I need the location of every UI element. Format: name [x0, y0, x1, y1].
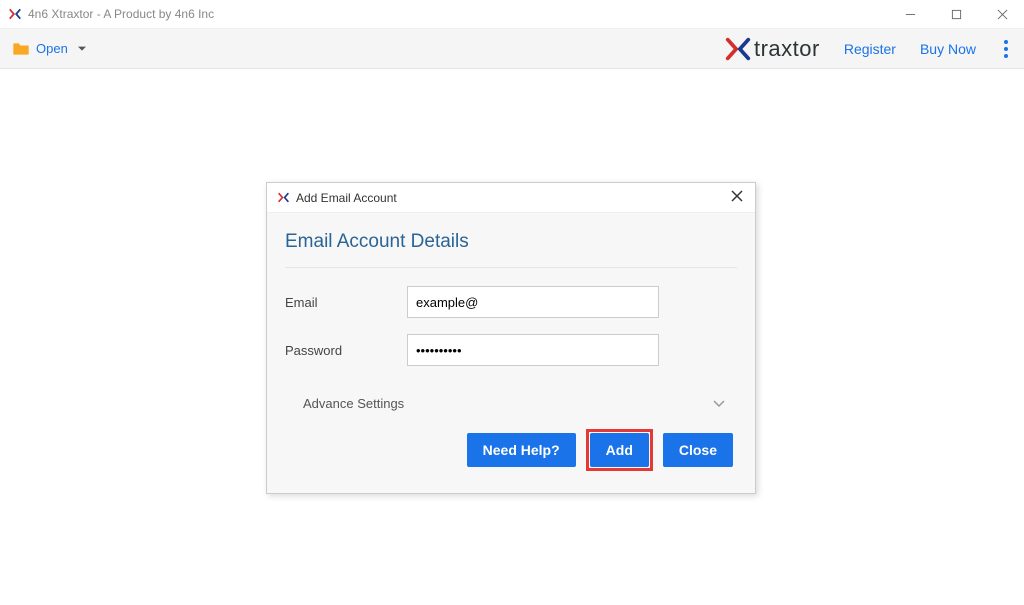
open-button[interactable]: Open: [12, 41, 86, 56]
window-titlebar: 4n6 Xtraxtor - A Product by 4n6 Inc: [0, 0, 1024, 29]
add-button-highlight: Add: [586, 429, 653, 471]
password-row: Password: [285, 334, 737, 366]
section-title: Email Account Details: [285, 231, 737, 268]
app-logo-icon: [8, 7, 22, 21]
window-controls: [896, 3, 1016, 25]
caret-down-icon: [78, 45, 86, 53]
add-button[interactable]: Add: [590, 433, 649, 467]
maximize-button[interactable]: [942, 3, 970, 25]
advance-settings-label: Advance Settings: [303, 396, 404, 411]
advance-settings-toggle[interactable]: Advance Settings: [285, 382, 737, 429]
dialog-logo-icon: [277, 191, 290, 204]
open-label: Open: [36, 41, 68, 56]
password-label: Password: [285, 343, 407, 358]
email-label: Email: [285, 295, 407, 310]
brand-text: traxtor: [754, 36, 820, 62]
window-title: 4n6 Xtraxtor - A Product by 4n6 Inc: [28, 7, 214, 21]
register-link[interactable]: Register: [844, 41, 896, 57]
brand-x-icon: [724, 35, 752, 63]
close-button[interactable]: Close: [663, 433, 733, 467]
folder-icon: [12, 42, 30, 56]
more-menu-icon[interactable]: [1000, 36, 1012, 62]
email-row: Email: [285, 286, 737, 318]
email-field[interactable]: [407, 286, 659, 318]
password-field[interactable]: [407, 334, 659, 366]
dialog-titlebar: Add Email Account: [267, 183, 755, 213]
buy-now-link[interactable]: Buy Now: [920, 41, 976, 57]
need-help-button[interactable]: Need Help?: [467, 433, 576, 467]
brand-logo: traxtor: [724, 35, 820, 63]
close-window-button[interactable]: [988, 3, 1016, 25]
dialog-title: Add Email Account: [296, 191, 397, 205]
dialog-body: Email Account Details Email Password Adv…: [267, 213, 755, 493]
dialog-close-button[interactable]: [729, 188, 745, 207]
chevron-down-icon: [713, 396, 725, 411]
dialog-footer: Need Help? Add Close: [285, 429, 737, 477]
main-toolbar: Open traxtor Register Buy Now: [0, 29, 1024, 69]
minimize-button[interactable]: [896, 3, 924, 25]
add-email-account-dialog: Add Email Account Email Account Details …: [266, 182, 756, 494]
